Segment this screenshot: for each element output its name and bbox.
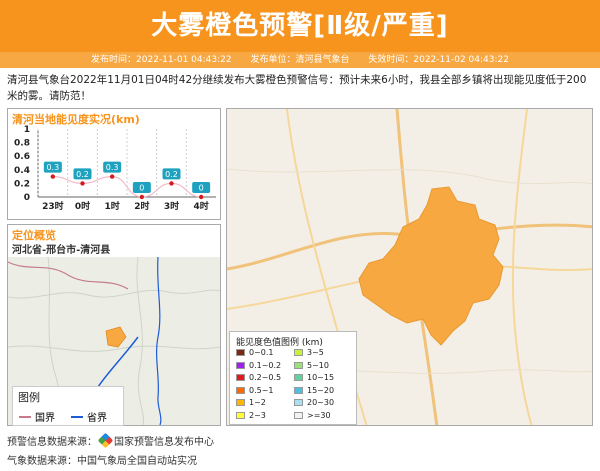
legend-label: 0~0.1	[249, 348, 274, 357]
data-label: 0	[199, 184, 204, 193]
publish-time: 发布时间：2022-11-01 04:43:22	[91, 55, 232, 65]
warning-description: 清河县气象台2022年11月01日04时42分继续发布大雾橙色预警信号：预计未来…	[7, 74, 587, 102]
data-label: 0	[139, 184, 144, 193]
footer-warning-source: 预警信息数据来源： 国家预警信息发布中心	[7, 432, 214, 449]
x-tick-label: 1时	[105, 200, 120, 212]
data-label: 0.2	[76, 170, 89, 179]
visibility-panel: 清河当地能见度实况(km) 1 0.8 0.6 0.4 0.2 0 0.3 23时 0.2 0时 0…	[7, 108, 221, 220]
x-tick-label: 0时	[75, 200, 90, 212]
warning-meta: 发布时间：2022-11-01 04:43:22 发布单位：清河县气象台 失效时…	[0, 52, 600, 68]
mini-legend: 图例 国界 省界	[12, 386, 124, 426]
legend-label: 3~5	[307, 348, 324, 357]
expire-time: 失效时间：2022-11-02 04:43:22	[368, 55, 509, 65]
mini-legend-national-border: 国界	[19, 409, 55, 424]
y-tick-label: 0.8	[14, 139, 30, 149]
legend-swatch	[236, 374, 245, 381]
x-tick-label: 23时	[42, 200, 64, 212]
legend-item: 0.5~1	[236, 386, 274, 395]
data-point	[139, 194, 145, 200]
y-tick-label: 1	[24, 125, 30, 135]
legend-item: 3~5	[294, 348, 324, 357]
legend-label: 0.1~0.2	[249, 360, 282, 370]
visibility-color-legend: 能见度色值图例 (km) 0~0.1 0.1~0.2 0.2~0.5 0.5~1 1~2…	[229, 331, 357, 425]
legend-swatch	[294, 386, 303, 394]
legend-swatch	[294, 349, 303, 356]
legend-label: 5~10	[307, 360, 329, 370]
y-tick-label: 0.2	[14, 179, 30, 189]
y-tick-label: 0.6	[14, 152, 30, 162]
data-point	[80, 181, 85, 186]
legend-item: 5~10	[294, 361, 329, 370]
legend-label: 10~15	[307, 373, 335, 382]
y-tick-label: 0	[24, 193, 30, 203]
legend-swatch	[294, 374, 303, 381]
legend-swatch	[236, 386, 245, 394]
x-tick-label: 3时	[164, 200, 179, 212]
legend-label: 0.5~1	[249, 385, 274, 395]
legend-item: 2~3	[236, 411, 266, 420]
mini-legend-title: 图例	[18, 391, 40, 404]
legend-item: 0.2~0.5	[236, 373, 281, 382]
legend-item: >=30	[294, 411, 331, 420]
legend-title: 能见度色值图例 (km)	[236, 338, 323, 348]
legend-label: 0.2~0.5	[249, 373, 282, 382]
data-point	[198, 194, 204, 200]
x-tick-label: 4时	[194, 200, 209, 212]
legend-label: 1~2	[249, 398, 266, 407]
province-border-line-icon	[71, 415, 83, 418]
publisher: 发布单位：清河县气象台	[250, 55, 350, 65]
data-label: 0.3	[106, 163, 119, 172]
legend-swatch	[236, 361, 245, 369]
warning-title: 大雾橙色预警[Ⅱ级/严重]	[0, 0, 600, 52]
x-tick-label: 2时	[134, 200, 149, 212]
legend-swatch	[236, 349, 245, 356]
mini-legend-province-border: 省界	[71, 409, 107, 424]
y-tick-label: 0.4	[14, 166, 30, 176]
legend-label: 2~3	[249, 410, 266, 420]
legend-swatch	[294, 361, 303, 369]
legend-item: 10~15	[294, 373, 334, 382]
data-point	[169, 181, 174, 186]
legend-swatch	[294, 399, 303, 406]
data-label: 0.2	[165, 170, 178, 179]
legend-swatch	[294, 411, 303, 419]
legend-label: 15~20	[307, 385, 335, 395]
location-path: 河北省-邢台市-清河县	[12, 245, 111, 256]
data-point	[109, 174, 115, 179]
visibility-chart: 1 0.8 0.6 0.4 0.2 0 0.3 23时 0.2 0时 0.3 1时 0 2时 0.2 3时 0 4…	[14, 125, 216, 212]
legend-item: 15~20	[294, 386, 334, 395]
legend-item: 1~2	[236, 398, 266, 407]
warning-center-link[interactable]: 国家预警信息发布中心	[114, 437, 214, 448]
warning-center-logo-icon	[97, 432, 114, 449]
legend-item: 0~0.1	[236, 348, 274, 357]
legend-swatch	[236, 411, 245, 419]
legend-item: 20~30	[294, 398, 334, 407]
national-border-line-icon	[19, 415, 31, 418]
legend-label: >=30	[307, 410, 331, 420]
footer-weather-source: 气象数据来源：中国气象局全国自动站实况	[7, 456, 197, 467]
legend-swatch	[236, 399, 245, 406]
legend-item: 0.1~0.2	[236, 361, 281, 370]
data-label: 0.3	[46, 163, 59, 172]
legend-label: 20~30	[307, 398, 335, 407]
data-point	[50, 174, 56, 179]
